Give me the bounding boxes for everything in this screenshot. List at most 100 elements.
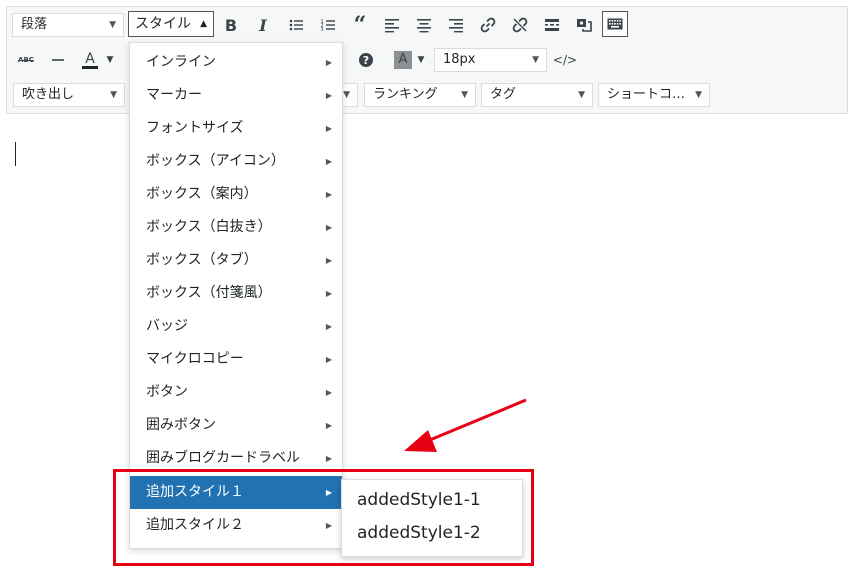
shortcode-select[interactable]: ショートコ… ▼ [598, 83, 710, 107]
align-right-icon [449, 19, 463, 33]
svg-text:?: ? [363, 54, 369, 67]
style-button-label: スタイル [135, 16, 191, 32]
background-color-button[interactable]: A [390, 47, 416, 73]
chevron-right-icon: ▶ [325, 157, 332, 166]
text-cursor [15, 142, 16, 166]
chevron-right-icon: ▶ [325, 421, 332, 430]
media-icon [577, 19, 592, 32]
chevron-right-icon: ▶ [325, 190, 332, 199]
format-select[interactable]: 段落 ▼ [12, 13, 124, 37]
text-color-button[interactable]: A [77, 47, 103, 73]
italic-button[interactable]: I [250, 12, 276, 38]
chevron-right-icon: ▶ [325, 322, 332, 331]
style-menu-item-label: 囲みボタン [146, 417, 216, 433]
style-menu-item[interactable]: ボックス（案内） ▶ [130, 178, 342, 211]
background-color-letter: A [394, 51, 412, 69]
style-menu-item-label: バッジ [146, 318, 188, 334]
chevron-right-icon: ▶ [325, 91, 332, 100]
format-select-value: 段落 [21, 17, 48, 32]
horizontal-line-button[interactable] [45, 47, 71, 73]
chevron-down-icon: ▼ [461, 90, 468, 100]
style-menu-item-label: ボックス（付箋風） [146, 285, 272, 301]
annotation-highlight-box [113, 469, 534, 566]
style-menu-item[interactable]: ボックス（白抜き） ▶ [130, 211, 342, 244]
style-menu-item-label: マイクロコピー [146, 351, 244, 367]
caret-up-icon: ▲ [200, 19, 207, 29]
style-menu-item[interactable]: マーカー ▶ [130, 79, 342, 112]
chevron-right-icon: ▶ [325, 355, 332, 364]
chevron-down-icon: ▼ [110, 90, 117, 100]
style-menu-item-label: インライン [146, 54, 216, 70]
style-menu-item[interactable]: バッジ ▶ [130, 310, 342, 343]
style-button[interactable]: スタイル ▲ [128, 11, 214, 37]
chevron-down-icon: ▼ [695, 90, 702, 100]
link-icon [480, 17, 496, 33]
numbered-list-button[interactable]: 123 [315, 12, 341, 38]
style-menu-item-label: ボックス（案内） [146, 186, 258, 202]
chevron-down-icon: ▼ [343, 90, 350, 100]
chevron-right-icon: ▶ [325, 388, 332, 397]
bullet-list-button[interactable] [283, 12, 309, 38]
ranking-select-value: ランキング [373, 87, 438, 102]
align-left-button[interactable] [379, 12, 405, 38]
style-menu-item-label: マーカー [146, 87, 202, 103]
align-center-icon [417, 19, 431, 33]
ranking-select[interactable]: ランキング ▼ [364, 83, 476, 107]
style-menu-item-label: 囲みブログカードラベル [146, 450, 300, 466]
bullet-list-icon [289, 19, 303, 31]
help-button[interactable]: ? [353, 47, 379, 73]
style-menu-item-label: ボックス（白抜き） [146, 219, 272, 235]
blockquote-button[interactable]: “ [347, 12, 373, 38]
chevron-right-icon: ▶ [325, 289, 332, 298]
style-menu-item[interactable]: 囲みボタン ▶ [130, 409, 342, 442]
strikethrough-button[interactable]: ABC [13, 47, 39, 73]
tag-select-value: タグ [490, 87, 517, 102]
toolbar-toggle-button[interactable] [602, 11, 628, 37]
chevron-down-icon: ▼ [109, 20, 116, 30]
style-menu-item-label: フォントサイズ [146, 120, 244, 136]
style-menu-item-label: ボックス（アイコン） [146, 153, 285, 169]
background-color-dropdown[interactable]: ▼ [414, 47, 428, 73]
text-color-swatch [82, 65, 98, 69]
shortcode-select-value: ショートコ… [607, 87, 686, 102]
style-menu-item[interactable]: ボックス（アイコン） ▶ [130, 145, 342, 178]
bold-button[interactable]: B [218, 12, 244, 38]
style-menu-item[interactable]: ボックス（付箋風） ▶ [130, 277, 342, 310]
style-menu-item-label: ボックス（タブ） [146, 252, 258, 268]
chevron-down-icon: ▼ [578, 90, 585, 100]
chevron-right-icon: ▶ [325, 256, 332, 265]
align-center-button[interactable] [411, 12, 437, 38]
media-button[interactable] [571, 12, 597, 38]
unlink-icon [512, 17, 528, 33]
chevron-right-icon: ▶ [325, 223, 332, 232]
style-menu-item[interactable]: インライン ▶ [130, 46, 342, 79]
style-menu-item[interactable]: フォントサイズ ▶ [130, 112, 342, 145]
text-color-letter: A [85, 50, 95, 67]
unlink-button[interactable] [507, 12, 533, 38]
style-menu-item[interactable]: マイクロコピー ▶ [130, 343, 342, 376]
read-more-icon [545, 19, 559, 31]
align-right-button[interactable] [443, 12, 469, 38]
fukidashi-select[interactable]: 吹き出し ▼ [13, 83, 125, 107]
align-left-icon [385, 19, 399, 33]
text-color-dropdown[interactable]: ▼ [103, 47, 117, 73]
style-menu-item[interactable]: ボタン ▶ [130, 376, 342, 409]
chevron-down-icon: ▼ [532, 55, 539, 65]
keyboard-icon [607, 18, 623, 30]
chevron-right-icon: ▶ [325, 124, 332, 133]
read-more-button[interactable] [539, 12, 565, 38]
numbered-list-icon: 123 [321, 19, 335, 33]
font-size-select[interactable]: 18px ▼ [434, 48, 547, 72]
help-icon: ? [359, 53, 373, 67]
strikethrough-label: ABC [18, 56, 34, 64]
style-menu-item-label: ボタン [146, 384, 188, 400]
code-button[interactable]: </> [552, 47, 578, 73]
fukidashi-select-value: 吹き出し [22, 87, 75, 102]
link-button[interactable] [475, 12, 501, 38]
chevron-right-icon: ▶ [325, 58, 332, 67]
font-size-value: 18px [443, 52, 476, 67]
tag-select[interactable]: タグ ▼ [481, 83, 593, 107]
svg-text:3: 3 [321, 27, 324, 33]
style-menu-item[interactable]: ボックス（タブ） ▶ [130, 244, 342, 277]
toolbar-row-1: 段落 ▼ スタイル ▲ B I 123 “ [7, 10, 847, 42]
